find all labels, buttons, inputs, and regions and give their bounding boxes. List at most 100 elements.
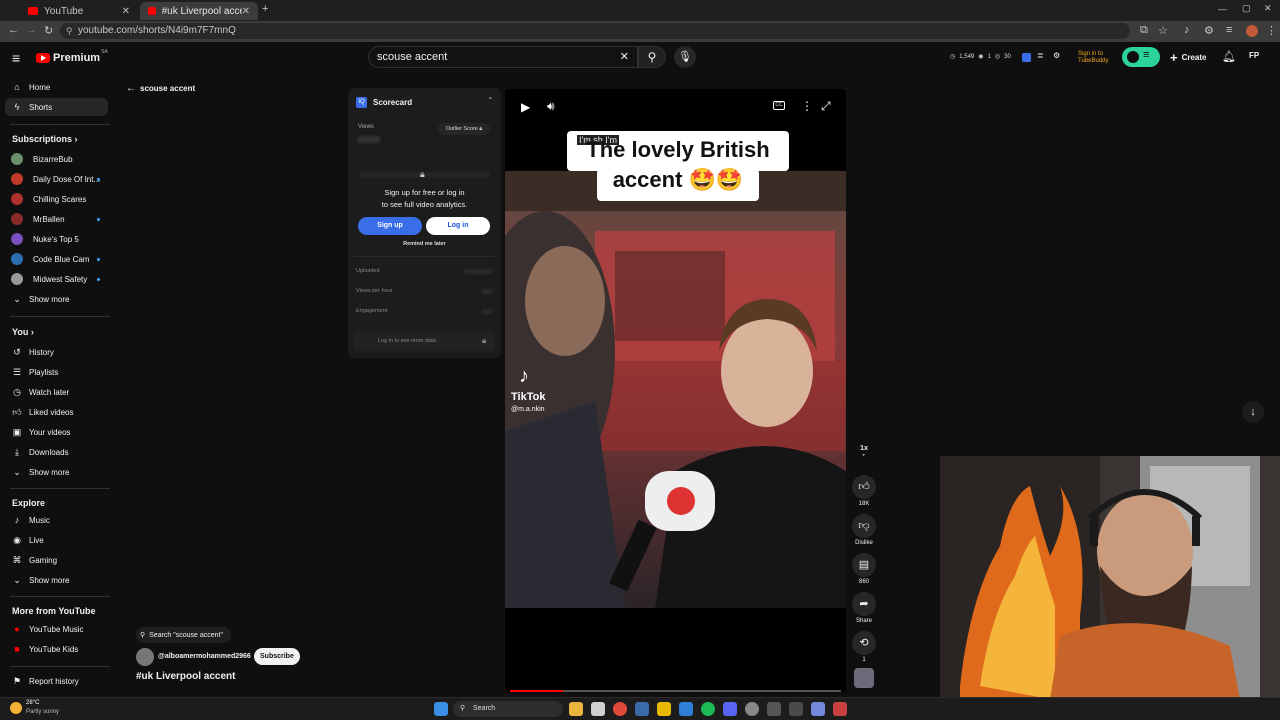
chrome-icon[interactable] xyxy=(613,702,627,716)
remind-later-link[interactable]: Remind me later xyxy=(348,241,501,247)
calendar-app-icon[interactable] xyxy=(591,702,605,716)
weather-desc[interactable]: Partly sunny xyxy=(26,709,59,715)
bookmark-star-icon[interactable]: ☆ xyxy=(1158,24,1168,37)
playback-speed-button[interactable]: 1x ▸ xyxy=(852,445,876,458)
media-icon[interactable]: ♪ xyxy=(1184,24,1190,36)
file-explorer-icon[interactable] xyxy=(569,702,583,716)
tubebuddy-counters[interactable]: ◷ 1,549 ◉ 1 ◎ 30 xyxy=(950,53,1011,61)
you-heading[interactable]: You › xyxy=(12,327,34,337)
sound-thumbnail[interactable] xyxy=(854,668,874,688)
store-icon[interactable] xyxy=(679,702,693,716)
tab-youtube[interactable]: YouTube ✕ xyxy=(20,2,138,20)
app-icon[interactable] xyxy=(767,702,781,716)
sidebar-item-subscription[interactable]: Chilling Scares xyxy=(5,190,108,208)
tab-active[interactable]: #uk Liverpool accent - YouTube ✕ xyxy=(140,2,258,20)
weather-temp[interactable]: 28°C xyxy=(26,700,39,706)
windows-start-icon[interactable] xyxy=(434,702,448,716)
reload-icon[interactable]: ↻ xyxy=(44,24,53,37)
discord-icon[interactable] xyxy=(723,702,737,716)
tubebuddy-icon[interactable] xyxy=(1022,53,1031,62)
profile-avatar[interactable] xyxy=(1246,25,1258,37)
sidebar-item-home[interactable]: ⌂ Home xyxy=(5,78,108,96)
tubebuddy-toggle-button[interactable]: ≡ xyxy=(1122,47,1160,67)
taskbar-search[interactable]: ⚲ Search xyxy=(453,701,563,717)
app-icon[interactable] xyxy=(789,702,803,716)
show-more-button[interactable]: ⌄ Show more xyxy=(5,463,108,481)
voice-search-button[interactable]: 🎙 xyxy=(674,46,696,68)
collapse-chevron-icon[interactable]: ⌃ xyxy=(487,96,494,105)
next-video-button[interactable]: ↓ xyxy=(1242,401,1264,423)
sidebar-item-report-history[interactable]: ⚑ Report history xyxy=(5,672,108,690)
obs-icon[interactable] xyxy=(745,702,759,716)
close-icon[interactable]: ✕ xyxy=(122,6,130,17)
more-options-icon[interactable]: ⋮ xyxy=(801,99,813,113)
dislike-button[interactable]: 👎︎ Dislike xyxy=(852,514,876,546)
subscribe-button[interactable]: Subscribe xyxy=(254,648,300,665)
sidebar-item-watch-later[interactable]: ◷ Watch later xyxy=(5,383,108,401)
app-icon[interactable] xyxy=(811,702,825,716)
back-to-search-link[interactable]: ← scouse accent xyxy=(126,83,195,94)
close-icon[interactable]: ✕ xyxy=(242,6,250,17)
minimize-icon[interactable]: — xyxy=(1218,4,1227,14)
remix-button[interactable]: ⟲ 1 xyxy=(852,631,876,663)
steam-icon[interactable] xyxy=(635,702,649,716)
sidebar-item-history[interactable]: ↺ History xyxy=(5,343,108,361)
channel-avatar[interactable] xyxy=(136,648,154,666)
like-button[interactable]: 👍︎ 18K xyxy=(852,475,876,507)
show-more-button[interactable]: ⌄ Show more xyxy=(5,290,108,308)
sidebar-item-youtube-music[interactable]: ● YouTube Music xyxy=(5,620,108,638)
sidebar-item-shorts[interactable]: ϟ Shorts xyxy=(5,98,108,116)
tubebuddy-signin-link[interactable]: Sign in to TubeBuddy xyxy=(1078,51,1120,65)
gear-icon[interactable]: ⚙ xyxy=(1053,51,1060,60)
sidebar-item-subscription[interactable]: Nuke's Top 5 xyxy=(5,230,108,248)
tab-search-icon[interactable]: ≡ xyxy=(1226,24,1232,36)
sidebar-item-downloads[interactable]: ⤓ Downloads xyxy=(5,443,108,461)
list-icon[interactable]: ≣ xyxy=(1037,51,1044,60)
shorts-player[interactable]: I'm sh I'm The lovely British accent 🤩🤩 … xyxy=(505,89,846,692)
youtube-premium-logo[interactable]: Premium SA xyxy=(36,49,108,64)
share-button[interactable]: ➦ Share xyxy=(852,592,876,624)
search-suggestion-chip[interactable]: ⚲ Search "scouse accent" xyxy=(136,627,231,643)
show-more-button[interactable]: ⌄ Show more xyxy=(5,571,108,589)
signup-button[interactable]: Sign up xyxy=(358,217,422,235)
outlier-score-chip[interactable]: Outlier Score 🔒︎ xyxy=(438,123,490,135)
sidebar-item-subscription[interactable]: Daily Dose Of Int... xyxy=(5,170,108,188)
install-icon[interactable]: ⧉ xyxy=(1140,24,1148,37)
extensions-icon[interactable]: ⚙ xyxy=(1204,24,1214,37)
channel-handle[interactable]: @alboamermohammed2966 xyxy=(158,653,251,660)
clear-search-icon[interactable]: ✕ xyxy=(620,47,629,67)
sidebar-item-subscription[interactable]: MrBallen xyxy=(5,210,108,228)
app-icon[interactable] xyxy=(833,702,847,716)
address-bar[interactable]: ⚲ youtube.com/shorts/N4i9m7F7mnQ xyxy=(60,23,1130,39)
fullscreen-icon[interactable]: ⤢ xyxy=(821,99,831,114)
sidebar-item-subscription[interactable]: BizarreBub xyxy=(5,150,108,168)
comments-button[interactable]: ▤ 860 xyxy=(852,553,876,585)
notifications-bell-icon[interactable]: 🔔︎ xyxy=(1222,50,1236,63)
captions-icon[interactable]: CC xyxy=(773,101,785,110)
back-icon[interactable]: ← xyxy=(8,24,19,36)
account-avatar[interactable]: FP xyxy=(1249,51,1259,60)
sidebar-item-playlists[interactable]: ☰ Playlists xyxy=(5,363,108,381)
hamburger-menu-icon[interactable]: ≡ xyxy=(12,50,20,66)
sidebar-item-live[interactable]: ◉ Live xyxy=(5,531,108,549)
window-close-icon[interactable]: ✕ xyxy=(1264,3,1272,14)
sidebar-item-subscription[interactable]: Midwest Safety xyxy=(5,270,108,288)
sidebar-item-your-videos[interactable]: ▣ Your videos xyxy=(5,423,108,441)
sidebar-item-youtube-kids[interactable]: ■ YouTube Kids xyxy=(5,640,108,658)
app-icon[interactable] xyxy=(657,702,671,716)
sidebar-item-liked-videos[interactable]: 👍︎ Liked videos xyxy=(5,403,108,421)
chrome-menu-icon[interactable]: ⋮ xyxy=(1266,24,1277,37)
new-tab-icon[interactable]: + xyxy=(262,3,268,15)
progress-track[interactable] xyxy=(510,690,841,692)
spotify-icon[interactable] xyxy=(701,702,715,716)
search-input[interactable]: scouse accent ✕ xyxy=(368,46,638,68)
sidebar-item-music[interactable]: ♪ Music xyxy=(5,511,108,529)
login-button[interactable]: Log in xyxy=(426,217,490,235)
search-button[interactable]: ⚲ xyxy=(638,46,666,68)
maximize-icon[interactable]: ▢ xyxy=(1242,3,1251,14)
sidebar-item-subscription[interactable]: Code Blue Cam xyxy=(5,250,108,268)
forward-icon[interactable]: → xyxy=(26,24,37,36)
sidebar-item-gaming[interactable]: ⌘ Gaming xyxy=(5,551,108,569)
play-icon[interactable]: ▶ xyxy=(521,100,530,114)
subscriptions-heading[interactable]: Subscriptions › xyxy=(12,134,78,144)
